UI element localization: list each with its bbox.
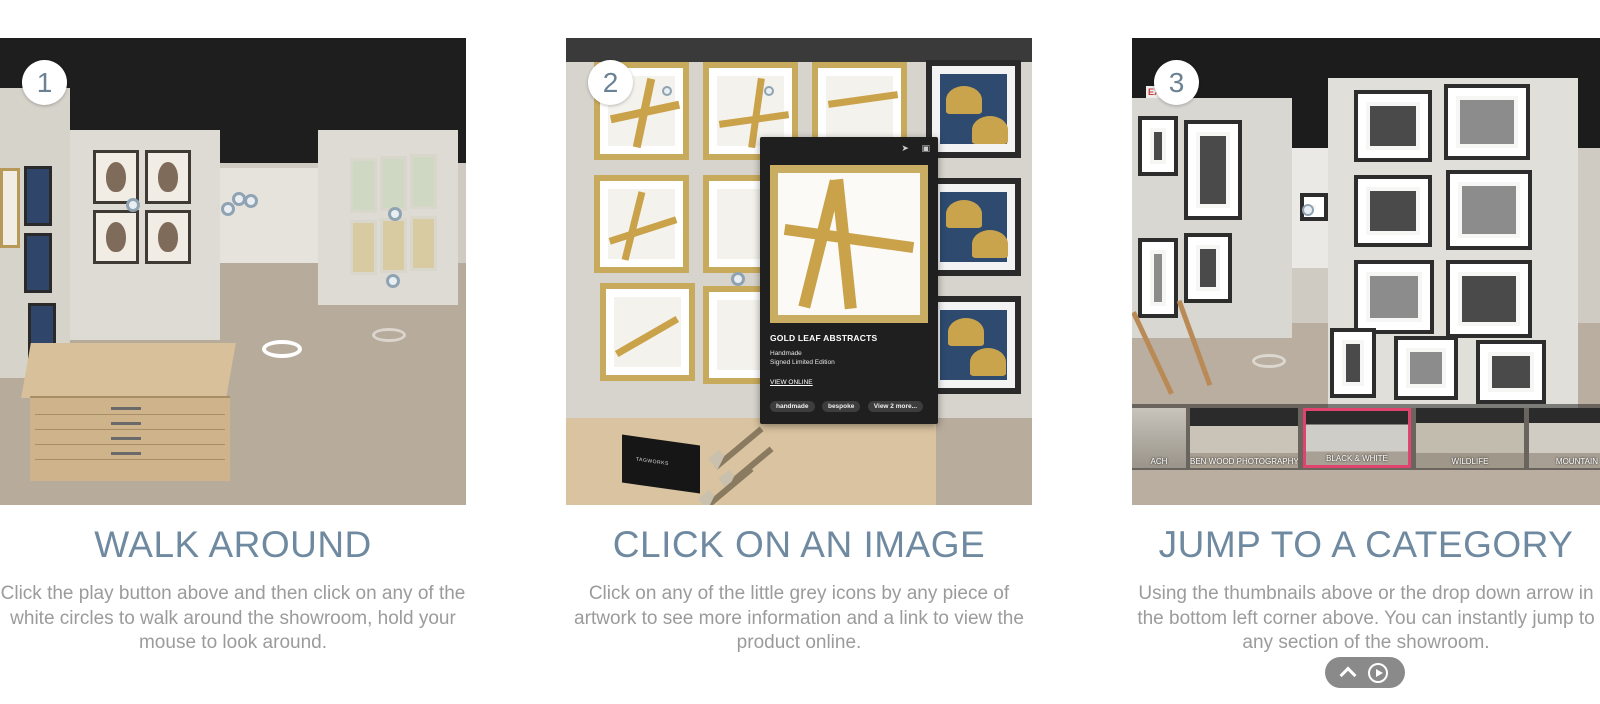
box-brand-label: TAGWORKS bbox=[636, 456, 669, 468]
photo-frame bbox=[1444, 84, 1530, 160]
category-thumbnail[interactable]: BEN WOOD PHOTOGRAPHY bbox=[1190, 408, 1298, 468]
tour-control-pill bbox=[1325, 657, 1405, 688]
photo-frame bbox=[1354, 175, 1432, 247]
photo-frame bbox=[1476, 340, 1546, 404]
tag-chip[interactable]: bespoke bbox=[821, 401, 861, 412]
artwork-frame bbox=[926, 296, 1021, 394]
play-circle-icon[interactable] bbox=[1368, 663, 1388, 683]
category-thumbnail-label: BLACK & WHITE bbox=[1326, 454, 1388, 463]
tag-list: handmade bespoke View 2 more... bbox=[770, 395, 926, 413]
step-panel-click-image: TAGWORKS ➤ ▣ GOLD LEAF ABSTRACTS Handmad… bbox=[566, 0, 1032, 704]
category-thumbnail-label: WILDLIFE bbox=[1451, 457, 1489, 466]
info-hotspot[interactable] bbox=[1302, 204, 1314, 216]
drawer bbox=[35, 418, 225, 430]
info-hotspot[interactable] bbox=[764, 86, 774, 96]
artwork-info-popup[interactable]: ➤ ▣ GOLD LEAF ABSTRACTS Handmade Signed … bbox=[760, 137, 938, 424]
category-thumbnail[interactable]: ACH bbox=[1132, 408, 1186, 468]
info-hotspot[interactable] bbox=[244, 194, 258, 208]
view-more-tags-chip[interactable]: View 2 more... bbox=[867, 401, 924, 412]
artwork-frame bbox=[410, 216, 437, 271]
click-image-tour-view[interactable]: TAGWORKS ➤ ▣ GOLD LEAF ABSTRACTS Handmad… bbox=[566, 38, 1032, 505]
step-title: JUMP TO A CATEGORY bbox=[1158, 524, 1574, 565]
step-panel-walk-around: 1 WALK AROUND Click the play button abov… bbox=[0, 0, 466, 704]
artwork-frame bbox=[350, 220, 377, 275]
artwork-frame bbox=[350, 158, 377, 213]
artwork-frame bbox=[24, 233, 52, 293]
step-title: CLICK ON AN IMAGE bbox=[612, 524, 986, 565]
photo-frame bbox=[1354, 90, 1432, 162]
drawer bbox=[35, 403, 225, 415]
popup-title: GOLD LEAF ABSTRACTS bbox=[770, 333, 878, 343]
info-hotspot[interactable] bbox=[126, 198, 140, 212]
step-number-badge: 2 bbox=[588, 60, 633, 105]
step-title: WALK AROUND bbox=[94, 524, 372, 565]
info-hotspot[interactable] bbox=[731, 272, 745, 286]
floor-navigation-circle[interactable] bbox=[262, 340, 302, 358]
plan-chest-top bbox=[21, 343, 236, 398]
artwork-frame bbox=[145, 210, 191, 264]
info-hotspot[interactable] bbox=[386, 274, 400, 288]
photo-frame bbox=[1446, 260, 1532, 338]
category-thumbnail-label: MOUNTAIN bbox=[1555, 457, 1598, 466]
artwork-frame bbox=[0, 168, 20, 248]
floor-navigation-circle[interactable] bbox=[372, 328, 406, 342]
artwork-frame bbox=[93, 150, 139, 204]
photo-frame bbox=[1184, 233, 1232, 303]
category-thumbnail-label: BEN WOOD PHOTOGRAPHY bbox=[1190, 457, 1298, 466]
artwork-frame bbox=[380, 218, 407, 273]
popup-detail: Signed Limited Edition bbox=[770, 359, 835, 366]
artwork-frame bbox=[600, 283, 695, 381]
photo-frame bbox=[1330, 328, 1376, 398]
artwork-frame bbox=[594, 175, 689, 273]
artwork-frame bbox=[926, 178, 1021, 276]
category-thumbnail-strip: ACH BEN WOOD PHOTOGRAPHY BLACK & WHITE W… bbox=[1132, 404, 1600, 470]
artwork-frame bbox=[145, 150, 191, 204]
step-panel-jump-category: EXIT ACH BEN WOOD PHOTOGRAPHY bbox=[1132, 0, 1600, 704]
drawer bbox=[35, 448, 225, 460]
photo-frame bbox=[1446, 170, 1532, 250]
artwork-frame bbox=[410, 154, 437, 209]
category-thumbnail-active[interactable]: BLACK & WHITE bbox=[1303, 408, 1411, 468]
category-thumbnail[interactable]: MOUNTAIN bbox=[1529, 408, 1600, 468]
category-thumbnail-label: ACH bbox=[1150, 457, 1168, 466]
floor bbox=[936, 418, 1032, 505]
info-hotspot[interactable] bbox=[662, 86, 672, 96]
jump-category-tour-view[interactable]: EXIT ACH BEN WOOD PHOTOGRAPHY bbox=[1132, 38, 1600, 505]
step-description: Using the thumbnails above or the drop d… bbox=[1137, 583, 1595, 653]
artwork-frame bbox=[926, 60, 1021, 158]
tag-chip[interactable]: handmade bbox=[770, 401, 815, 412]
category-thumbnail[interactable]: WILDLIFE bbox=[1416, 408, 1524, 468]
info-hotspot[interactable] bbox=[388, 207, 402, 221]
step-number-badge: 1 bbox=[22, 60, 67, 105]
photo-frame bbox=[1138, 238, 1178, 318]
artwork-frame bbox=[93, 210, 139, 264]
artwork-frame bbox=[380, 156, 407, 211]
drawer bbox=[35, 433, 225, 445]
photo-frame bbox=[1184, 120, 1242, 220]
far-hallway bbox=[220, 168, 320, 263]
step-description: Click on any of the little grey icons by… bbox=[574, 583, 1024, 653]
walk-around-tour-view[interactable]: 1 bbox=[0, 38, 466, 505]
artwork-preview bbox=[770, 165, 928, 323]
ceiling bbox=[566, 38, 1032, 62]
floor-navigation-circle[interactable] bbox=[1252, 354, 1286, 368]
photo-frame bbox=[1394, 336, 1458, 400]
chevron-up-icon[interactable] bbox=[1339, 666, 1357, 684]
step-number-badge: 3 bbox=[1154, 60, 1199, 105]
photo-frame bbox=[1138, 116, 1178, 176]
view-online-link[interactable]: VIEW ONLINE bbox=[770, 379, 813, 386]
step-description: Click the play button above and then cli… bbox=[0, 583, 466, 653]
photo-frame bbox=[1354, 260, 1434, 334]
artwork-frame bbox=[24, 166, 52, 226]
popup-detail: Handmade bbox=[770, 350, 802, 357]
share-icon[interactable]: ➤ bbox=[901, 143, 909, 154]
info-hotspot[interactable] bbox=[221, 202, 235, 216]
expand-icon[interactable]: ▣ bbox=[921, 143, 930, 154]
